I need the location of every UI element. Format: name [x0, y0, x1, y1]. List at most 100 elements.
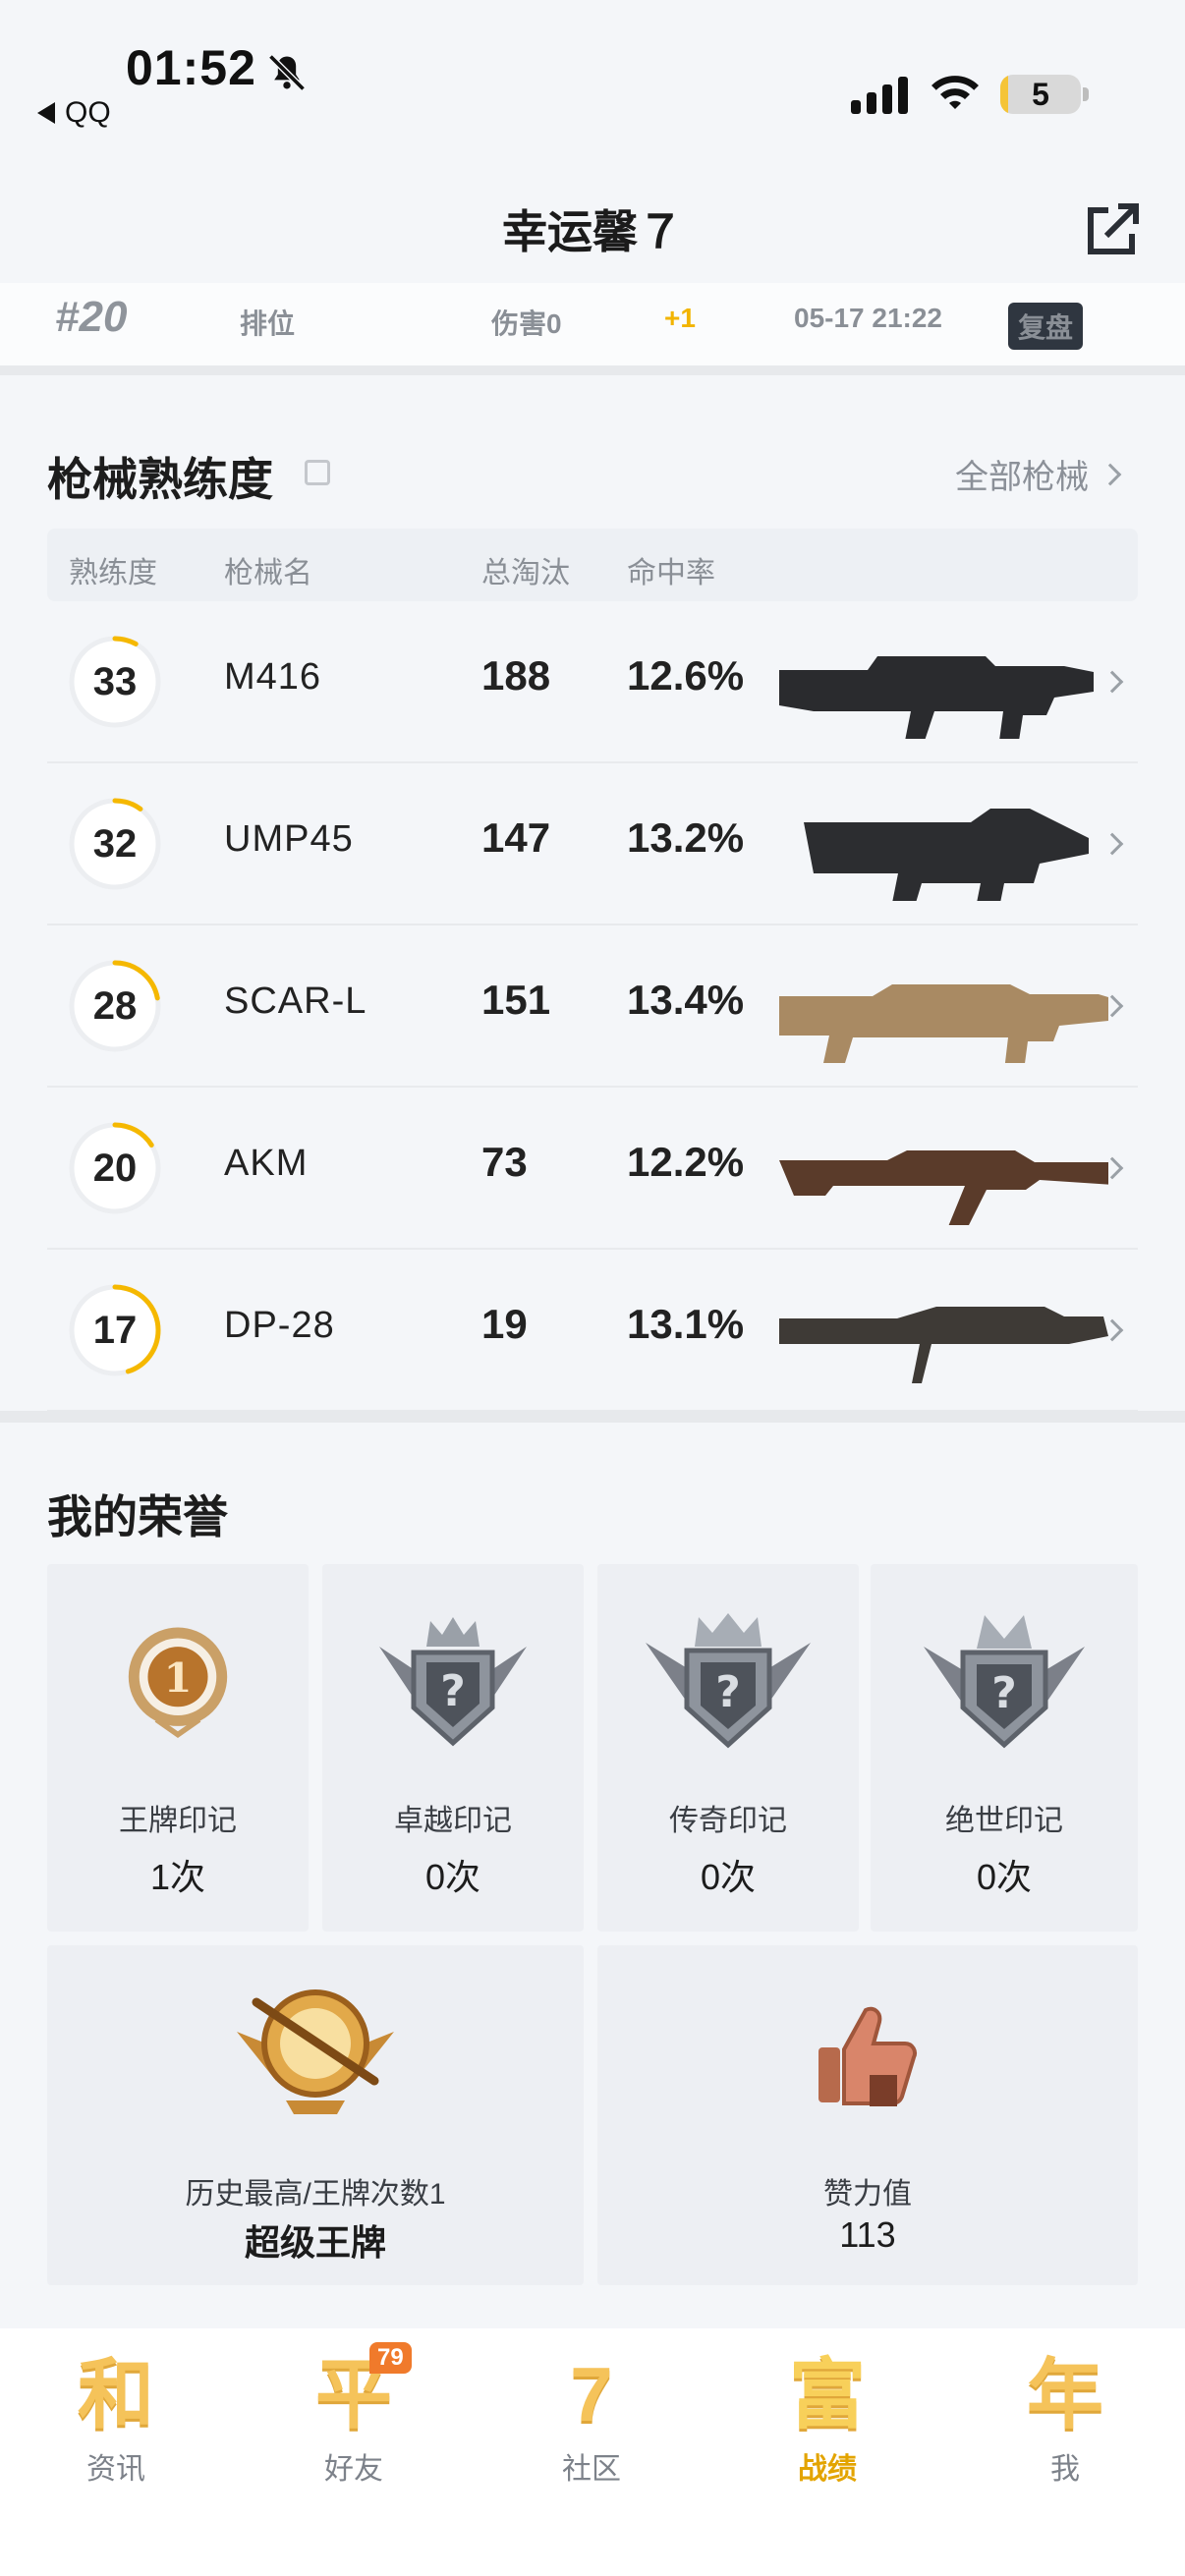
- honor-card-excellent[interactable]: ? 卓越印记 0次: [322, 1564, 584, 1932]
- honor-count: 0次: [976, 1857, 1033, 1897]
- status-time: 01:52: [126, 40, 256, 95]
- back-arrow-icon: [37, 102, 55, 124]
- proficiency-level: 33: [92, 659, 138, 703]
- weapons-section-title: 枪械熟练度: [47, 454, 273, 505]
- honor-label: 卓越印记: [394, 1805, 512, 1837]
- back-app-label: QQ: [65, 96, 111, 129]
- weapon-kills: 147: [481, 814, 551, 861]
- proficiency-level: 32: [92, 821, 138, 866]
- tab-label: 社区: [562, 2453, 621, 2486]
- weapon-accuracy: 12.6%: [627, 652, 745, 699]
- honor-count: 1次: [149, 1857, 206, 1897]
- all-weapons-link[interactable]: 全部枪械: [955, 450, 1122, 498]
- weapon-row[interactable]: 20 AKM 73 12.2%: [47, 1088, 1138, 1250]
- battery-level: 5: [1032, 76, 1049, 112]
- svg-text:?: ?: [715, 1667, 741, 1717]
- honor-label: 传奇印记: [669, 1805, 787, 1837]
- col-accuracy: 命中率: [627, 557, 715, 589]
- tab-label: 资讯: [86, 2453, 145, 2486]
- weapon-row[interactable]: 32 UMP45 147 13.2%: [47, 763, 1138, 925]
- weapon-kills: 151: [481, 977, 551, 1023]
- lock-icon[interactable]: [305, 460, 330, 485]
- tab-label: 我: [1050, 2453, 1080, 2486]
- page-title: 幸运馨７: [502, 206, 683, 257]
- svg-text:?: ?: [991, 1668, 1017, 1718]
- weapons-table-header: 熟练度 枪械名 总淘汰 命中率: [47, 529, 1138, 601]
- svg-text:?: ?: [440, 1666, 466, 1716]
- honor-card-ace[interactable]: 1 王牌印记 1次: [47, 1564, 309, 1932]
- ace-mark-medal-icon: 1: [128, 1627, 228, 1738]
- super-ace-tier-icon: [237, 1989, 394, 2114]
- weapon-name: M416: [224, 656, 322, 698]
- tab-label: 好友: [324, 2453, 383, 2486]
- wifi-icon: [931, 76, 979, 109]
- likes-label: 赞力值: [823, 2178, 912, 2211]
- weapon-accuracy: 12.2%: [627, 1139, 745, 1185]
- friends-notification-badge: 79: [369, 2342, 412, 2374]
- match-damage: 伤害0: [491, 308, 562, 339]
- weapon-name: AKM: [224, 1143, 309, 1184]
- weapon-name: DP-28: [224, 1305, 335, 1346]
- cellular-signal-icon: [851, 75, 908, 114]
- thumbs-up-icon: [818, 2006, 917, 2106]
- svg-text:1: 1: [164, 1653, 193, 1702]
- legend-mark-medal-icon: ?: [646, 1613, 811, 1749]
- weapon-image-icon: [779, 1307, 1108, 1383]
- record-tab-icon: 富: [788, 2351, 866, 2437]
- match-points: +1: [664, 303, 696, 333]
- proficiency-level: 20: [92, 1146, 138, 1190]
- weapon-row[interactable]: 33 M416 188 12.6%: [47, 601, 1138, 763]
- honor-count: 0次: [700, 1857, 757, 1897]
- battery-cap: [1083, 87, 1089, 101]
- weapon-image-icon: [779, 984, 1108, 1063]
- likes-value: 113: [839, 2214, 896, 2255]
- honors-section-title: 我的荣誉: [47, 1491, 228, 1542]
- honor-card-legend[interactable]: ? 传奇印记 0次: [597, 1564, 859, 1932]
- community-tab-icon: 7: [570, 2351, 613, 2437]
- section-divider: [0, 1411, 1185, 1423]
- highest-tier-value: 超级王牌: [244, 2222, 386, 2263]
- highest-tier-label: 历史最高/王牌次数1: [185, 2178, 446, 2211]
- back-to-qq[interactable]: QQ: [37, 96, 111, 130]
- col-weapon-name: 枪械名: [224, 557, 312, 589]
- battery-indicator: 5: [1000, 75, 1081, 114]
- match-date: 05-17 21:22: [794, 303, 943, 333]
- weapon-accuracy: 13.2%: [627, 814, 745, 861]
- replay-button[interactable]: 复盘: [1008, 303, 1084, 350]
- weapon-kills: 19: [481, 1301, 528, 1347]
- weapon-image-icon: [779, 1150, 1108, 1225]
- highest-tier-card[interactable]: 历史最高/王牌次数1 超级王牌: [47, 1945, 584, 2285]
- all-weapons-label: 全部枪械: [955, 459, 1089, 496]
- tab-me[interactable]: 年 我: [996, 2350, 1134, 2488]
- weapon-kills: 73: [481, 1139, 528, 1185]
- share-icon[interactable]: [1081, 198, 1144, 261]
- likes-card[interactable]: 赞力值 113: [597, 1945, 1138, 2285]
- tab-news[interactable]: 和 资讯: [47, 2350, 185, 2488]
- honor-card-peerless[interactable]: ? 绝世印记 0次: [871, 1564, 1138, 1932]
- me-tab-icon: 年: [1026, 2351, 1103, 2437]
- excellent-mark-medal-icon: ?: [379, 1617, 527, 1747]
- proficiency-level: 17: [92, 1308, 138, 1352]
- weapon-image-icon: [804, 809, 1089, 901]
- match-mode: 排位: [240, 308, 296, 339]
- col-proficiency: 熟练度: [69, 557, 157, 589]
- weapon-image-icon: [779, 656, 1094, 739]
- proficiency-level: 28: [92, 983, 138, 1028]
- tab-record[interactable]: 富 战绩: [759, 2350, 896, 2488]
- chevron-right-icon: [1099, 463, 1122, 485]
- match-rank: #20: [55, 293, 128, 341]
- tab-community[interactable]: 7 社区: [523, 2350, 660, 2488]
- weapon-row[interactable]: 28 SCAR-L 151 13.4%: [47, 925, 1138, 1088]
- mute-bell-icon: [268, 54, 306, 91]
- last-match-row[interactable]: #20 排位 伤害0 +1 05-17 21:22 复盘: [0, 283, 1185, 375]
- honor-count: 0次: [424, 1857, 481, 1897]
- honor-label: 王牌印记: [119, 1805, 237, 1837]
- peerless-mark-medal-icon: ?: [924, 1615, 1085, 1749]
- weapon-name: SCAR-L: [224, 980, 367, 1022]
- honor-label: 绝世印记: [945, 1805, 1063, 1837]
- weapon-name: UMP45: [224, 818, 354, 860]
- weapon-row[interactable]: 17 DP-28 19 13.1%: [47, 1250, 1138, 1412]
- col-total-kills: 总淘汰: [481, 557, 570, 589]
- weapon-accuracy: 13.1%: [627, 1301, 745, 1347]
- weapon-kills: 188: [481, 652, 551, 699]
